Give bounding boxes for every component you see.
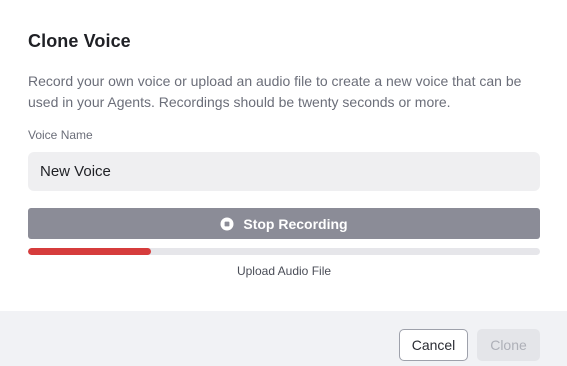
cancel-button[interactable]: Cancel	[399, 329, 468, 361]
voice-name-label: Voice Name	[28, 128, 93, 142]
stop-recording-label: Stop Recording	[243, 215, 348, 232]
recording-progress-bar	[28, 248, 540, 255]
voice-name-input[interactable]	[28, 152, 540, 191]
recording-progress-fill	[28, 248, 151, 255]
dialog-title: Clone Voice	[28, 31, 131, 51]
stop-recording-button[interactable]: Stop Recording	[28, 208, 540, 239]
clone-button[interactable]: Clone	[477, 329, 540, 361]
dialog-description: Record your own voice or upload an audio…	[28, 73, 522, 110]
stop-circle-icon	[220, 217, 234, 231]
clone-voice-dialog: Clone Voice Record your own voice or upl…	[0, 0, 567, 366]
dialog-footer: Cancel Clone	[0, 311, 567, 366]
upload-audio-file-link[interactable]: Upload Audio File	[28, 264, 540, 278]
